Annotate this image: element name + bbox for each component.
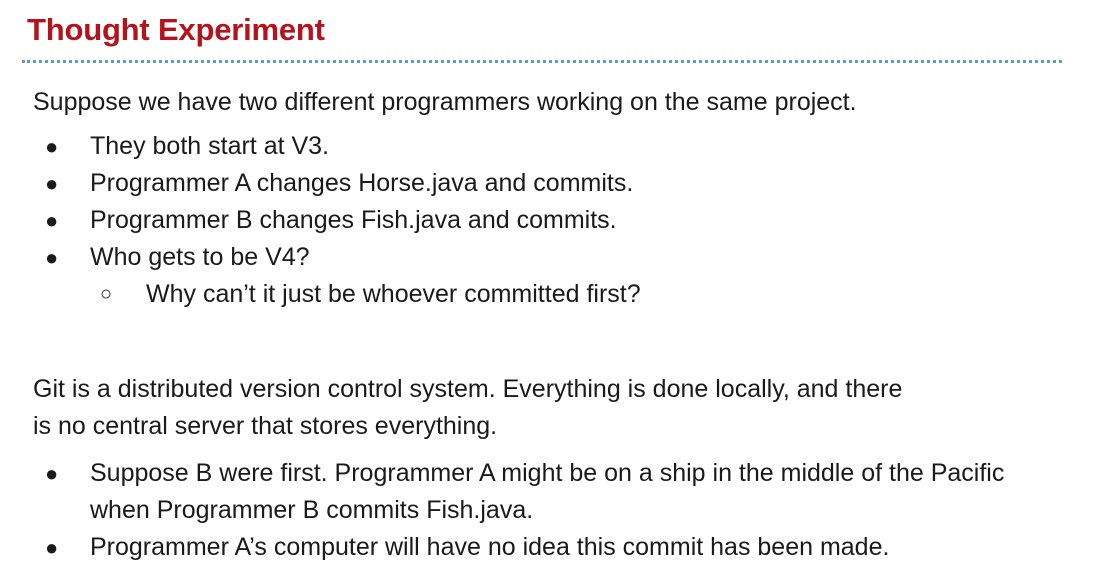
bullet-text: Who gets to be V4? — [90, 243, 310, 271]
bullet-icon: ● — [45, 535, 59, 560]
paragraph: Git is a distributed version control sys… — [33, 371, 902, 445]
list-item: ● Programmer B changes Fish.java and com… — [40, 202, 641, 239]
slide-title: Thought Experiment — [27, 12, 325, 47]
list-item: ● Programmer A changes Horse.java and co… — [40, 165, 641, 202]
list-item: ● They both start at V3. — [40, 128, 641, 165]
title-divider — [22, 60, 1062, 63]
bullet-text: Programmer A’s computer will have no ide… — [90, 533, 890, 561]
list-item: ● Suppose B were first. Programmer A mig… — [40, 455, 1070, 529]
slide: Thought Experiment Suppose we have two d… — [0, 0, 1111, 577]
bullet-icon: ● — [45, 245, 59, 270]
sub-bullet-text: Why can’t it just be whoever committed f… — [146, 280, 641, 308]
bullet-icon: ● — [45, 461, 59, 486]
paragraph-line: is no central server that stores everyth… — [33, 412, 498, 440]
sub-list-item: ○ Why can’t it just be whoever committed… — [40, 276, 641, 313]
list-item: ● Who gets to be V4? — [40, 239, 641, 276]
bullet-text: Suppose B were first. Programmer A might… — [90, 459, 1005, 524]
intro-text: Suppose we have two different programmer… — [33, 88, 857, 116]
list-item: ● Programmer A’s computer will have no i… — [40, 529, 1070, 566]
bullet-text: They both start at V3. — [90, 132, 330, 160]
hollow-bullet-icon: ○ — [100, 283, 113, 305]
bullet-text: Programmer A changes Horse.java and comm… — [90, 169, 634, 197]
paragraph-line: Git is a distributed version control sys… — [33, 375, 903, 403]
bullet-list-2: ● Suppose B were first. Programmer A mig… — [40, 455, 1070, 566]
bullet-icon: ● — [45, 134, 59, 159]
bullet-icon: ● — [45, 171, 59, 196]
bullet-text: Programmer B changes Fish.java and commi… — [90, 206, 617, 234]
bullet-icon: ● — [45, 208, 59, 233]
bullet-list: ● They both start at V3. ● Programmer A … — [40, 128, 641, 313]
